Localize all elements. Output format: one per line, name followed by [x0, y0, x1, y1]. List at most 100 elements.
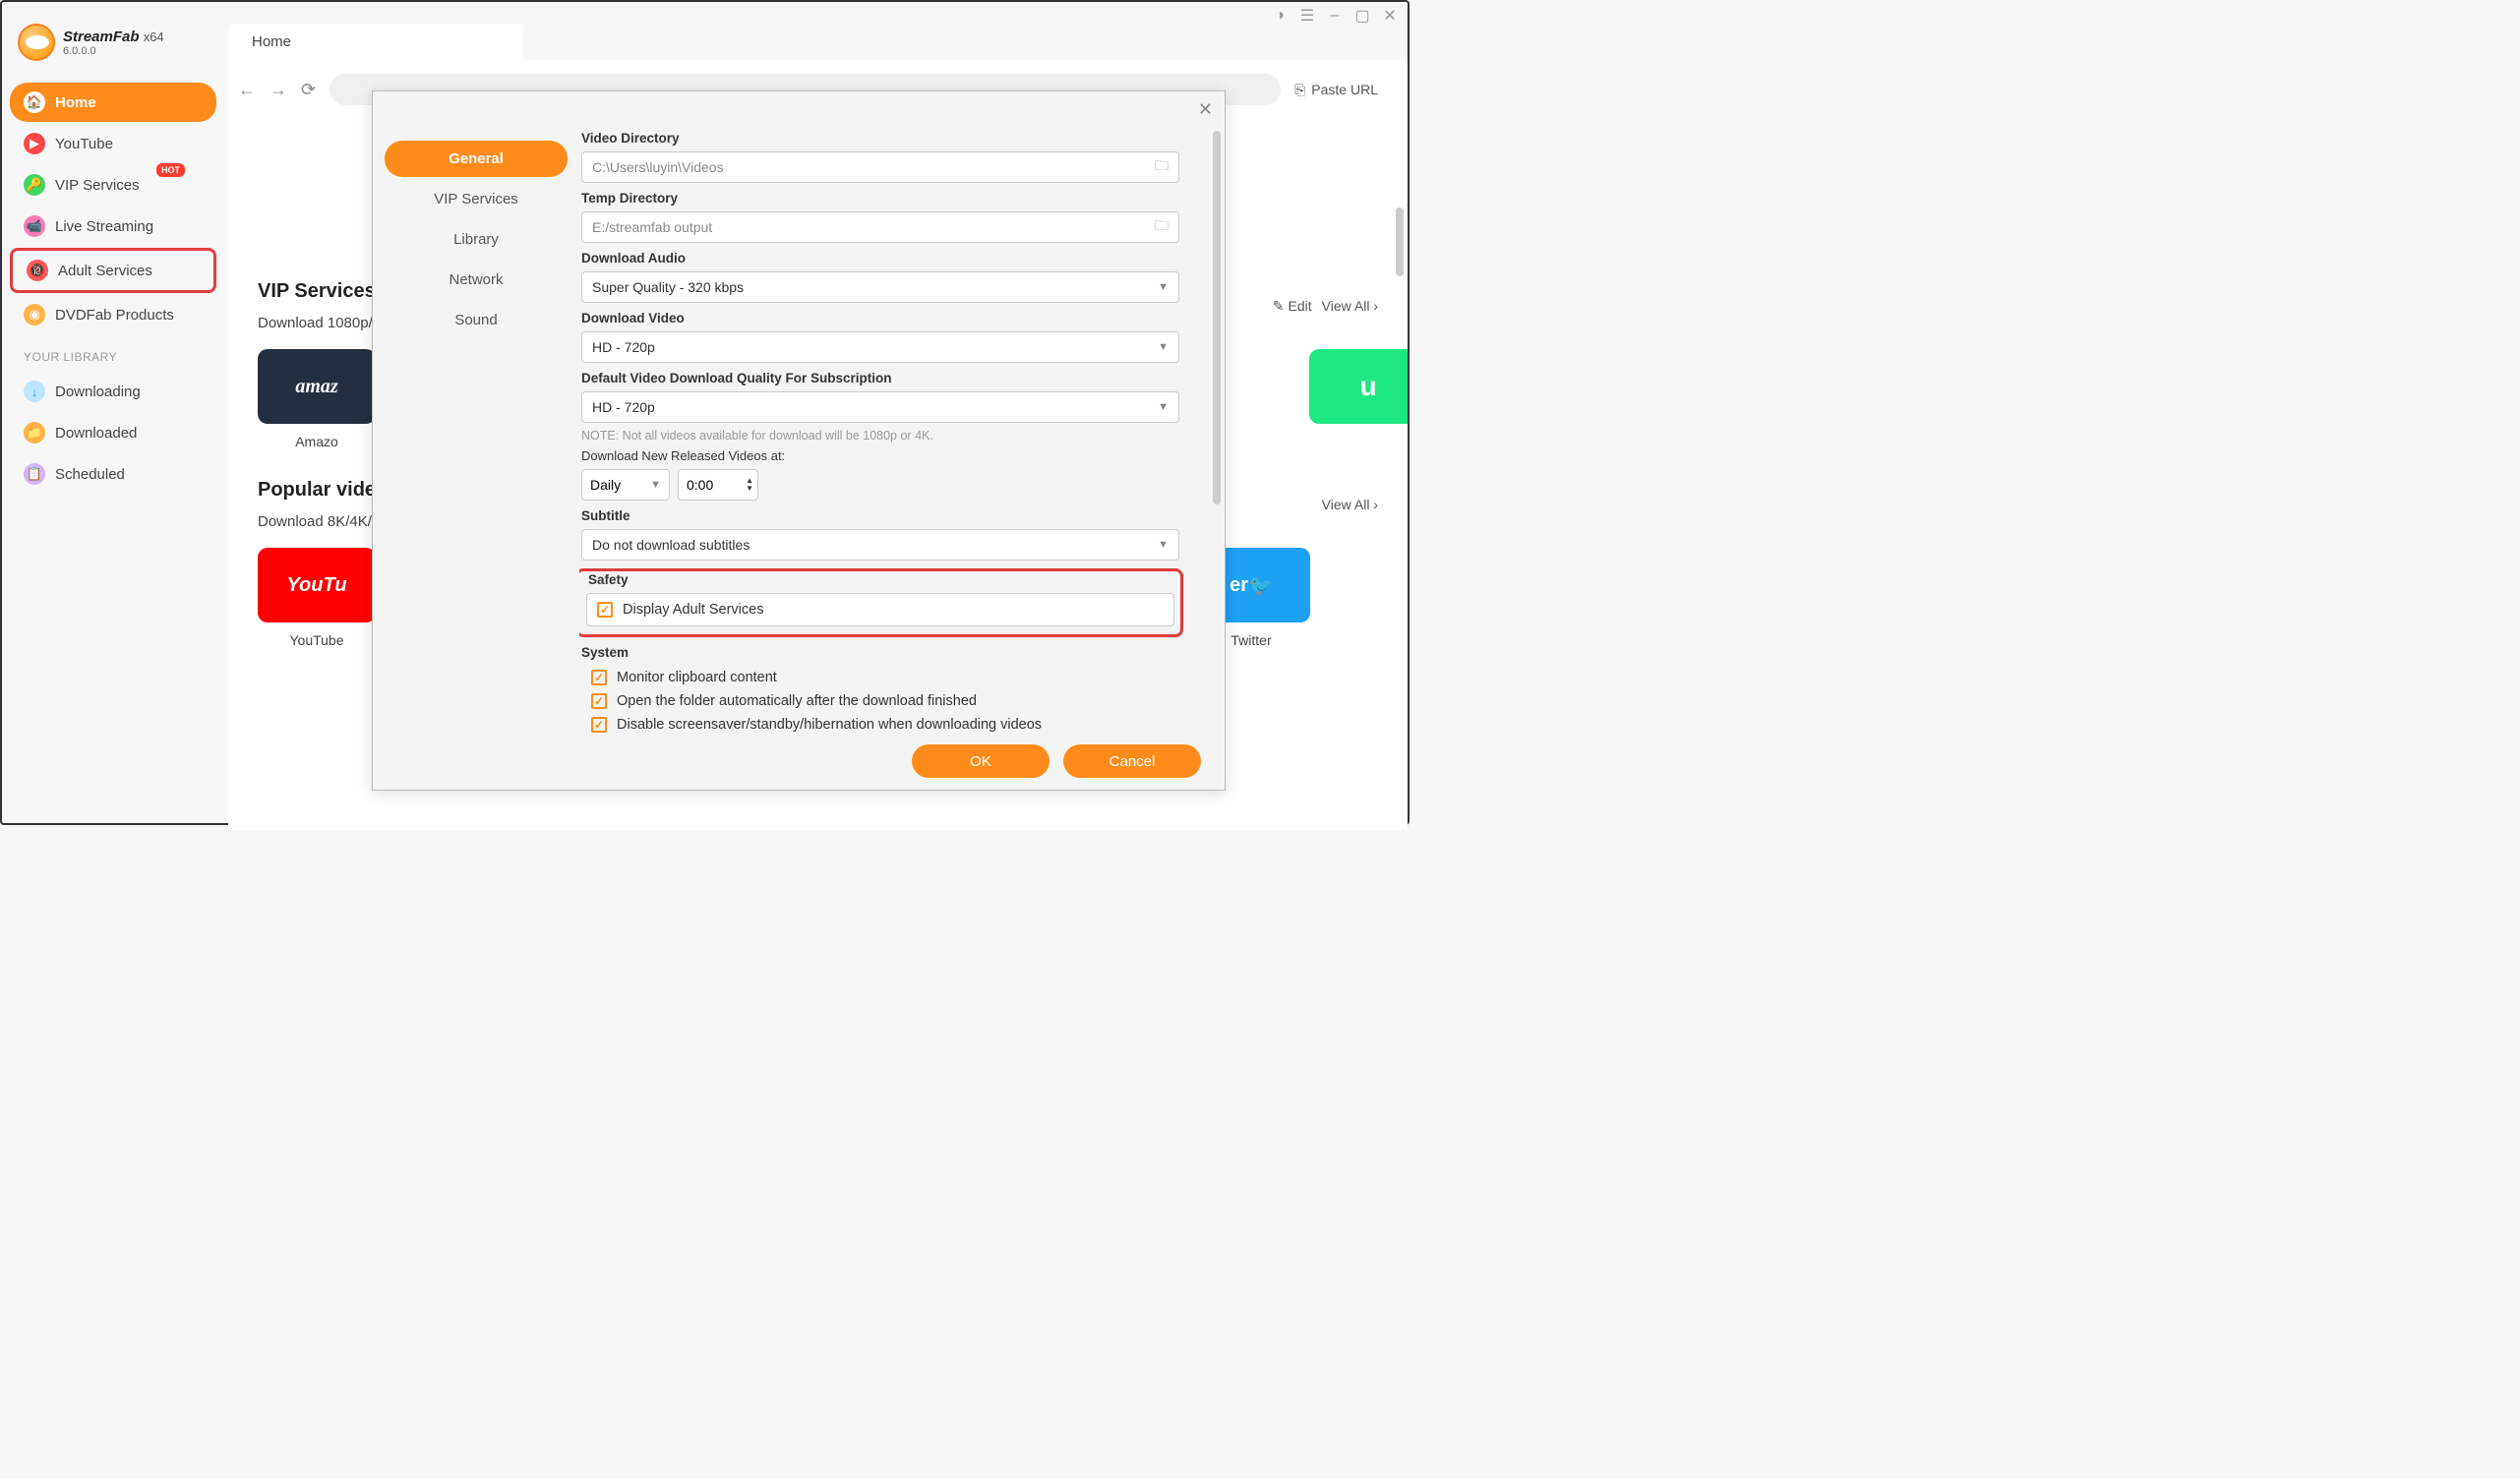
checkbox-label: Monitor clipboard content — [617, 670, 777, 685]
sidebar-item-scheduled[interactable]: 📋 Scheduled — [10, 454, 216, 494]
label-system: System — [581, 645, 1201, 660]
chevron-down-icon: ▼ — [1158, 281, 1169, 293]
view-all-button[interactable]: View All › — [1322, 497, 1378, 512]
sidebar-item-label: Live Streaming — [55, 218, 153, 235]
label-subtitle: Subtitle — [581, 508, 1201, 523]
amazon-logo: amaz — [258, 349, 376, 424]
settings-tab-network[interactable]: Network — [385, 262, 568, 298]
select-schedule-frequency[interactable]: Daily ▼ — [581, 469, 670, 501]
paste-icon: ⎘ — [1294, 82, 1305, 98]
app-name: StreamFab x64 — [63, 29, 164, 45]
sidebar-item-downloaded[interactable]: 📁 Downloaded — [10, 413, 216, 452]
dvdfab-icon: ◉ — [24, 304, 45, 325]
sidebar-item-label: Downloaded — [55, 425, 137, 442]
tab-home[interactable]: Home — [228, 24, 523, 60]
label-download-audio: Download Audio — [581, 251, 1201, 266]
browse-folder-icon[interactable]: 🗀 — [1155, 215, 1169, 239]
select-download-video[interactable]: HD - 720p ▼ — [581, 331, 1179, 363]
section-title-vip: VIP Services — [258, 280, 381, 303]
settings-tab-sound[interactable]: Sound — [385, 302, 568, 338]
hulu-logo: u — [1309, 349, 1408, 424]
service-tile-amazon[interactable]: amaz Amazo — [258, 349, 376, 449]
browse-folder-icon[interactable]: 🗀 — [1155, 155, 1169, 179]
sidebar-item-dvdfab[interactable]: ◉ DVDFab Products — [10, 295, 216, 334]
sidebar-item-downloading[interactable]: ↓ Downloading — [10, 372, 216, 411]
settings-dialog: ✕ General VIP Services Library Network S… — [372, 90, 1226, 791]
settings-tab-library[interactable]: Library — [385, 221, 568, 258]
checkbox-display-adult[interactable]: ✓ Display Adult Services — [586, 593, 1174, 626]
sidebar-item-label: Scheduled — [55, 466, 125, 483]
select-value: Daily — [590, 477, 621, 493]
sidebar-item-vip[interactable]: 🔑 VIP Services HOT — [10, 165, 216, 205]
home-icon: 🏠 — [24, 91, 45, 113]
tile-label: Twitter — [1230, 632, 1271, 648]
schedule-icon: 📋 — [24, 463, 45, 485]
camera-icon: 📹 — [24, 215, 45, 237]
paste-url-button[interactable]: ⎘ Paste URL — [1294, 82, 1378, 98]
select-value: Do not download subtitles — [592, 537, 750, 553]
settings-scrollbar[interactable] — [1213, 131, 1221, 504]
input-value: E:/streamfab output — [592, 219, 712, 235]
close-button[interactable]: ✕ — [1380, 6, 1400, 26]
hot-badge: HOT — [156, 163, 185, 177]
chevron-down-icon: ▼ — [1158, 341, 1169, 353]
minimize-button[interactable]: – — [1325, 6, 1345, 26]
label-safety: Safety — [586, 572, 630, 587]
key-icon: 🔑 — [24, 174, 45, 196]
sidebar: StreamFab x64 6.0.0.0 🏠 Home ▶ YouTube 🔑… — [10, 20, 216, 494]
sidebar-item-adult[interactable]: 🔞 Adult Services — [10, 248, 216, 293]
service-tile-hulu[interactable]: u — [1309, 349, 1408, 449]
sidebar-item-home[interactable]: 🏠 Home — [10, 83, 216, 122]
settings-tab-general[interactable]: General — [385, 141, 568, 177]
checkbox-icon: ✓ — [597, 602, 613, 618]
ok-button[interactable]: OK — [912, 744, 1050, 778]
content-scrollbar[interactable] — [1396, 207, 1404, 276]
youtube-icon: ▶ — [24, 133, 45, 154]
label-download-video: Download Video — [581, 311, 1201, 325]
label-video-directory: Video Directory — [581, 131, 1201, 146]
select-default-quality[interactable]: HD - 720p ▼ — [581, 391, 1179, 423]
chevron-down-icon: ▼ — [1158, 539, 1169, 551]
refresh-button[interactable]: ⟳ — [301, 80, 316, 100]
checkbox-open-folder[interactable]: ✓ Open the folder automatically after th… — [591, 689, 1201, 713]
input-video-directory[interactable]: C:\Users\luyin\Videos 🗀 — [581, 151, 1179, 183]
edit-button[interactable]: ✎ Edit — [1273, 298, 1312, 315]
youtube-logo: YouTu — [258, 548, 376, 622]
quality-note: NOTE: Not all videos available for downl… — [581, 429, 1201, 443]
settings-tab-vip[interactable]: VIP Services — [385, 181, 568, 217]
input-value: C:\Users\luyin\Videos — [592, 159, 724, 175]
select-subtitle[interactable]: Do not download subtitles ▼ — [581, 529, 1179, 561]
library-header: YOUR LIBRARY — [10, 336, 216, 370]
checkbox-disable-screensaver[interactable]: ✓ Disable screensaver/standby/hibernatio… — [591, 713, 1201, 737]
checkbox-icon: ✓ — [591, 717, 607, 733]
service-tile-youtube[interactable]: YouTu YouTube — [258, 548, 376, 648]
menu-icon[interactable]: ☰ — [1297, 6, 1317, 26]
maximize-button[interactable]: ▢ — [1352, 6, 1372, 26]
chevron-down-icon: ▼ — [1158, 401, 1169, 413]
chevron-down-icon: ▼ — [650, 479, 661, 491]
input-value: 0:00 — [687, 477, 713, 493]
adult-icon: 🔞 — [27, 260, 48, 281]
checkbox-icon: ✓ — [591, 670, 607, 685]
checkbox-icon: ✓ — [591, 693, 607, 709]
input-schedule-time[interactable]: 0:00 ▲▼ — [678, 469, 758, 501]
label-default-quality: Default Video Download Quality For Subsc… — [581, 371, 1201, 385]
sidebar-item-youtube[interactable]: ▶ YouTube — [10, 124, 216, 163]
select-download-audio[interactable]: Super Quality - 320 kbps ▼ — [581, 271, 1179, 303]
sidebar-item-label: YouTube — [55, 136, 113, 152]
select-value: HD - 720p — [592, 339, 655, 355]
view-all-button[interactable]: View All › — [1322, 298, 1378, 314]
spin-down-icon[interactable]: ▼ — [746, 485, 753, 493]
checkbox-monitor-clipboard[interactable]: ✓ Monitor clipboard content — [591, 666, 1201, 689]
cancel-button[interactable]: Cancel — [1063, 744, 1201, 778]
app-logo-area: StreamFab x64 6.0.0.0 — [10, 20, 216, 77]
input-temp-directory[interactable]: E:/streamfab output 🗀 — [581, 211, 1179, 243]
select-value: HD - 720p — [592, 399, 655, 415]
sidebar-item-livestreaming[interactable]: 📹 Live Streaming — [10, 207, 216, 246]
forward-button[interactable]: → — [270, 80, 287, 100]
download-icon: ↓ — [24, 381, 45, 402]
back-button[interactable]: ← — [238, 80, 256, 100]
theme-icon[interactable]: ◑ — [1270, 6, 1290, 26]
sidebar-item-label: DVDFab Products — [55, 307, 174, 324]
paste-url-label: Paste URL — [1311, 82, 1378, 97]
